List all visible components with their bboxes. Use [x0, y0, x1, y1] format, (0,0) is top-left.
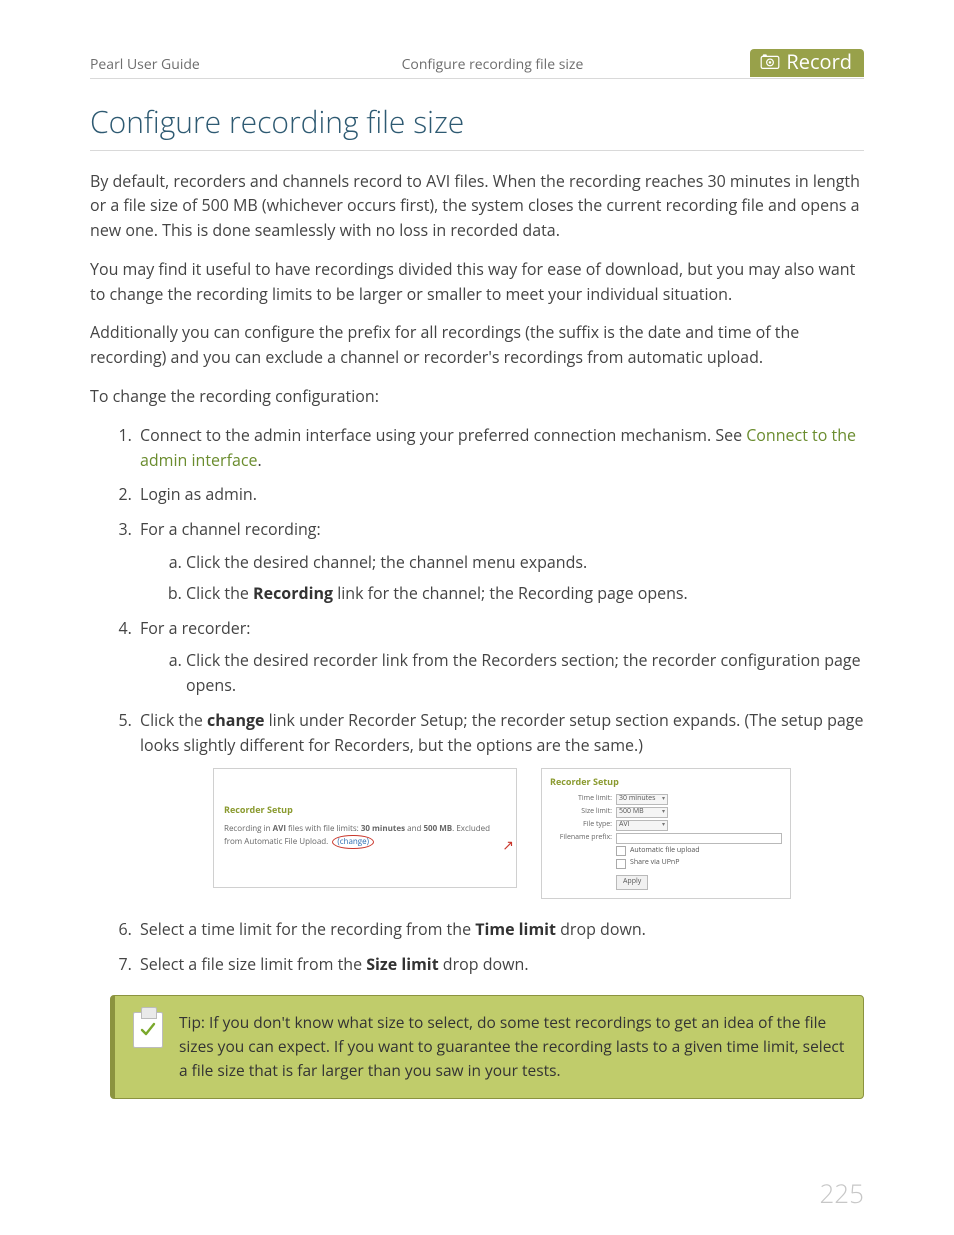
screenshot-after: Recorder Setup Time limit: 30 minutes Si…: [541, 768, 791, 899]
steps-list: Connect to the admin interface using you…: [90, 423, 864, 977]
camera-icon: [760, 54, 780, 70]
step-4a: Click the desired recorder link from the…: [186, 648, 864, 698]
file-type-label: File type:: [550, 820, 612, 831]
auto-upload-checkbox[interactable]: Automatic file upload: [616, 846, 782, 857]
apply-button[interactable]: Apply: [616, 875, 648, 890]
step-4: For a recorder: Click the desired record…: [136, 616, 864, 698]
clipboard-icon: [133, 1012, 163, 1048]
step-6-bold: Time limit: [475, 918, 556, 940]
arrow-icon: ↗: [502, 839, 514, 853]
step-3b-post: link for the channel; the Recording page…: [333, 582, 688, 604]
tip-text: Tip: If you don't know what size to sele…: [179, 1010, 845, 1082]
recorder-setup-summary: Recording in AVI files with file limits:…: [224, 823, 506, 850]
step-3-text: For a channel recording:: [140, 518, 321, 540]
step-5-pre: Click the: [140, 709, 207, 731]
step-4-text: For a recorder:: [140, 617, 251, 639]
intro-paragraph-2: You may find it useful to have recording…: [90, 257, 864, 307]
intro-paragraph-3: Additionally you can configure the prefi…: [90, 320, 864, 370]
step-3b-pre: Click the: [186, 582, 253, 604]
intro-paragraph-1: By default, recorders and channels recor…: [90, 169, 864, 243]
checkbox-icon: [616, 859, 626, 869]
step-5-bold: change: [207, 709, 264, 731]
step-3: For a channel recording: Click the desir…: [136, 517, 864, 605]
screenshot-before: Recorder Setup Recording in AVI files wi…: [213, 768, 517, 888]
record-tab[interactable]: Record: [750, 49, 864, 77]
step-6: Select a time limit for the recording fr…: [136, 917, 864, 942]
screenshot-row: Recorder Setup Recording in AVI files wi…: [140, 768, 864, 899]
filename-prefix-label: Filename prefix:: [550, 833, 612, 844]
step-1-text: Connect to the admin interface using you…: [140, 424, 746, 446]
step-3-sub: Click the desired channel; the channel m…: [140, 550, 864, 606]
step-3b: Click the Recording link for the channel…: [186, 581, 864, 606]
step-7-pre: Select a file size limit from the: [140, 953, 366, 975]
record-tab-label: Record: [786, 52, 852, 72]
guide-name: Pearl User Guide: [90, 54, 200, 76]
tip-box: Tip: If you don't know what size to sele…: [110, 995, 864, 1099]
step-6-pre: Select a time limit for the recording fr…: [140, 918, 475, 940]
time-limit-select[interactable]: 30 minutes: [616, 794, 668, 805]
filename-prefix-input[interactable]: [616, 833, 782, 844]
step-7-bold: Size limit: [366, 953, 438, 975]
section-name: Configure recording file size: [402, 54, 584, 76]
step-6-post: drop down.: [556, 918, 646, 940]
file-type-select[interactable]: AVI: [616, 820, 668, 831]
step-4-sub: Click the desired recorder link from the…: [140, 648, 864, 698]
time-limit-label: Time limit:: [550, 794, 612, 805]
step-5: Click the change link under Recorder Set…: [136, 708, 864, 899]
size-limit-select[interactable]: 500 MB: [616, 807, 668, 818]
share-upnp-checkbox[interactable]: Share via UPnP: [616, 858, 782, 869]
step-7: Select a file size limit from the Size l…: [136, 952, 864, 977]
page-number: 225: [819, 1173, 864, 1213]
recorder-setup-heading-right: Recorder Setup: [550, 775, 782, 789]
intro-paragraph-4: To change the recording configuration:: [90, 384, 864, 409]
step-7-post: drop down.: [439, 953, 529, 975]
step-2: Login as admin.: [136, 482, 864, 507]
top-bar: Pearl User Guide Configure recording fil…: [90, 46, 864, 79]
recorder-setup-heading-left: Recorder Setup: [224, 803, 506, 817]
title-rule: [90, 150, 864, 151]
step-1-post: .: [258, 449, 262, 471]
step-3b-bold: Recording: [253, 582, 333, 604]
step-3a: Click the desired channel; the channel m…: [186, 550, 864, 575]
checkbox-icon: [616, 846, 626, 856]
page-title: Configure recording file size: [90, 99, 864, 146]
step-1: Connect to the admin interface using you…: [136, 423, 864, 473]
size-limit-label: Size limit:: [550, 807, 612, 818]
change-link[interactable]: (change): [337, 836, 369, 847]
